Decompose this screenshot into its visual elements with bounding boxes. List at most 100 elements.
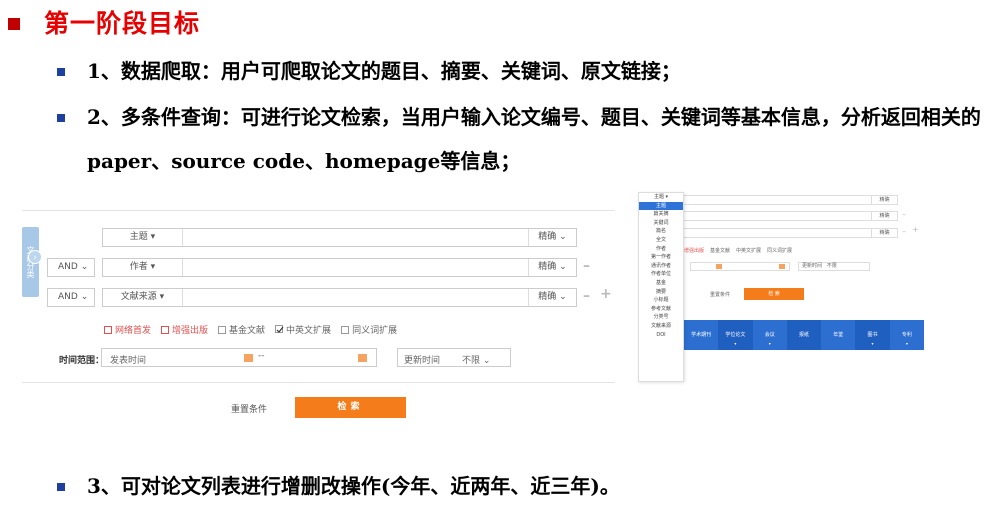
option-checkboxes: 网络首发 增强出版 基金文献 中英文扩展 同义词扩展 (104, 323, 397, 336)
dropdown-option[interactable]: 参考文献 (639, 305, 683, 314)
checkbox-icon[interactable] (161, 326, 170, 334)
exact-select[interactable]: 精确 ⌄ (528, 229, 576, 246)
field-select[interactable]: 主题 ▾ (103, 229, 183, 246)
exact-select[interactable]: 精确 ⌄ (528, 289, 576, 306)
publish-time-input[interactable]: 发表时间 -- (101, 348, 377, 367)
reset-button[interactable]: 重置条件 (710, 291, 730, 298)
checkbox-synonym[interactable]: 同义词扩展 (341, 323, 397, 336)
nav-item-books[interactable]: 图书 ▾ (855, 320, 890, 350)
field-dropdown-list: 主题 ▾ 主题 篇关摘 关键词 篇名 全文 作者 第一作者 通讯作者 作者单位 基金 摘要 小标题 参考… (638, 192, 684, 382)
dropdown-screenshot: 主题 ▾ 主题 篇关摘 关键词 篇名 全文 作者 第一作者 通讯作者 作者单位 基金 摘要 小标题 参考… (638, 192, 928, 382)
square-bullet-icon (57, 483, 65, 491)
square-bullet-icon (57, 114, 65, 122)
chevron-down-icon: ▾ (905, 341, 908, 346)
publish-time-placeholder: 发表时间 (110, 356, 147, 366)
calendar-icon[interactable] (244, 354, 253, 362)
dropdown-option[interactable]: 主题 (639, 201, 683, 211)
dropdown-option[interactable]: 作者单位 (639, 270, 683, 279)
checkbox-fund[interactable]: 基金文献 (218, 323, 265, 336)
square-bullet-icon (57, 68, 65, 76)
exact-select[interactable]: 精确 ⌄ (528, 259, 576, 276)
search-button[interactable]: 检 索 (744, 288, 804, 300)
checkbox-cn-en[interactable]: 中英文扩展 (736, 247, 761, 254)
exact-select[interactable]: 精确 (871, 212, 897, 220)
checkbox-icon[interactable] (104, 326, 112, 334)
remove-row-icon[interactable]: – (902, 210, 906, 219)
dropdown-option[interactable]: 通讯作者 (639, 262, 683, 271)
checkmark-icon[interactable] (275, 325, 284, 333)
dropdown-option[interactable]: 小标题 (639, 296, 683, 305)
add-row-icon[interactable]: + (600, 286, 612, 302)
search-row-1[interactable]: 精确 (648, 195, 898, 205)
divider (22, 382, 615, 383)
dropdown-option[interactable]: 作者 (639, 245, 683, 254)
update-time-value: 不限 ⌄ (462, 356, 491, 366)
category-nav-bar: 学术期刊 学位论文 ▾ 会议 ▾ 报纸 年鉴 图书 ▾ 专利 ▾ (684, 320, 924, 350)
checkbox-online-first[interactable]: 网络首发 (104, 323, 151, 336)
checkbox-synonym[interactable]: 同义词扩展 (767, 247, 792, 254)
nav-item-conference[interactable]: 会议 ▾ (753, 320, 787, 350)
remove-row-icon[interactable]: – (583, 258, 590, 274)
dropdown-option[interactable]: 分类号 (639, 313, 683, 322)
nav-item-yearbook[interactable]: 年鉴 (821, 320, 855, 350)
search-form-screenshot: 文献分类 › 主题 ▾ 精确 ⌄ AND ⌄ 作者 ▾ 精确 ⌄ – AND ⌄… (22, 210, 615, 418)
checkbox-cn-en[interactable]: 中英文扩展 (275, 323, 331, 336)
dropdown-option[interactable]: 全文 (639, 236, 683, 245)
goal-item-1: 1、数据爬取：用户可爬取论文的题目、摘要、关键词、原文链接； (57, 49, 987, 93)
divider (22, 210, 615, 211)
logic-select[interactable]: AND ⌄ (47, 258, 95, 277)
search-row-1[interactable]: 主题 ▾ 精确 ⌄ (102, 228, 577, 247)
nav-item-newspaper[interactable]: 报纸 (786, 320, 822, 350)
chevron-down-icon: ▾ (734, 341, 737, 346)
nav-item-theses[interactable]: 学位论文 ▾ (718, 320, 753, 350)
search-row-3[interactable]: 精确 (648, 228, 898, 238)
remove-row-icon[interactable]: – (583, 288, 590, 304)
calendar-icon[interactable] (779, 264, 785, 269)
logic-select[interactable]: AND ⌄ (47, 288, 95, 307)
reset-button[interactable]: 重置条件 (231, 402, 267, 415)
exact-select[interactable]: 精确 (871, 196, 897, 204)
dropdown-option[interactable]: 摘要 (639, 288, 683, 297)
calendar-icon[interactable] (358, 354, 367, 362)
checkbox-fund[interactable]: 基金文献 (710, 247, 730, 254)
dropdown-option[interactable]: 篇关摘 (639, 210, 683, 219)
exact-select[interactable]: 精确 (871, 229, 897, 237)
square-bullet-icon (8, 18, 20, 30)
dropdown-option[interactable]: 关键词 (639, 219, 683, 228)
option-checkboxes: 增强出版 基金文献 中英文扩展 同义词扩展 (684, 247, 792, 254)
dropdown-option[interactable]: 第一作者 (639, 253, 683, 262)
field-select[interactable]: 作者 ▾ (103, 259, 183, 276)
search-button[interactable]: 检索 (295, 397, 406, 418)
search-row-2[interactable]: 精确 (648, 211, 898, 221)
calendar-icon[interactable] (716, 264, 722, 269)
range-separator: -- (258, 351, 265, 361)
remove-row-icon[interactable]: – (902, 227, 906, 236)
goal-item-text: 2、多条件查询：可进行论文检索，当用户输入论文编号、题目、关键词等基本信息，分析… (87, 105, 981, 173)
section-title-row: 第一阶段目标 (8, 2, 200, 42)
nav-item-journals[interactable]: 学术期刊 (684, 320, 718, 350)
field-select[interactable]: 文献来源 ▾ (103, 289, 183, 306)
nav-item-patents[interactable]: 专利 ▾ (890, 320, 924, 350)
checkbox-enhanced[interactable]: 增强出版 (684, 247, 704, 254)
dropdown-header: 主题 ▾ (653, 194, 669, 200)
checkbox-icon[interactable] (218, 326, 227, 334)
search-row-2[interactable]: 作者 ▾ 精确 ⌄ (102, 258, 577, 277)
update-time-select[interactable]: 更新时间 不限 ⌄ (397, 348, 511, 367)
chevron-down-icon: ▾ (768, 341, 771, 346)
dropdown-option[interactable]: DOI (639, 331, 683, 340)
dropdown-option[interactable]: 基金 (639, 279, 683, 288)
update-time-label: 更新时间 (404, 356, 441, 366)
add-row-icon[interactable]: + (912, 225, 919, 234)
dropdown-option[interactable]: 篇名 (639, 227, 683, 236)
chevron-right-icon[interactable]: › (28, 250, 42, 264)
section-title: 第一阶段目标 (44, 9, 201, 38)
update-time-select[interactable]: 更新时间 不限 (798, 262, 870, 271)
dropdown-option[interactable]: 文献来源 (639, 322, 683, 331)
time-range-label: 时间范围： (59, 356, 105, 366)
goal-item-2: 2、多条件查询：可进行论文检索，当用户输入论文编号、题目、关键词等基本信息，分析… (57, 95, 987, 183)
search-row-3[interactable]: 文献来源 ▾ 精确 ⌄ (102, 288, 577, 307)
goal-item-3: 3、可对论文列表进行增删改操作(今年、近两年、近三年)。 (57, 464, 987, 507)
checkbox-enhanced[interactable]: 增强出版 (161, 323, 208, 336)
checkbox-icon[interactable] (341, 326, 350, 334)
publish-time-input[interactable] (690, 262, 790, 271)
